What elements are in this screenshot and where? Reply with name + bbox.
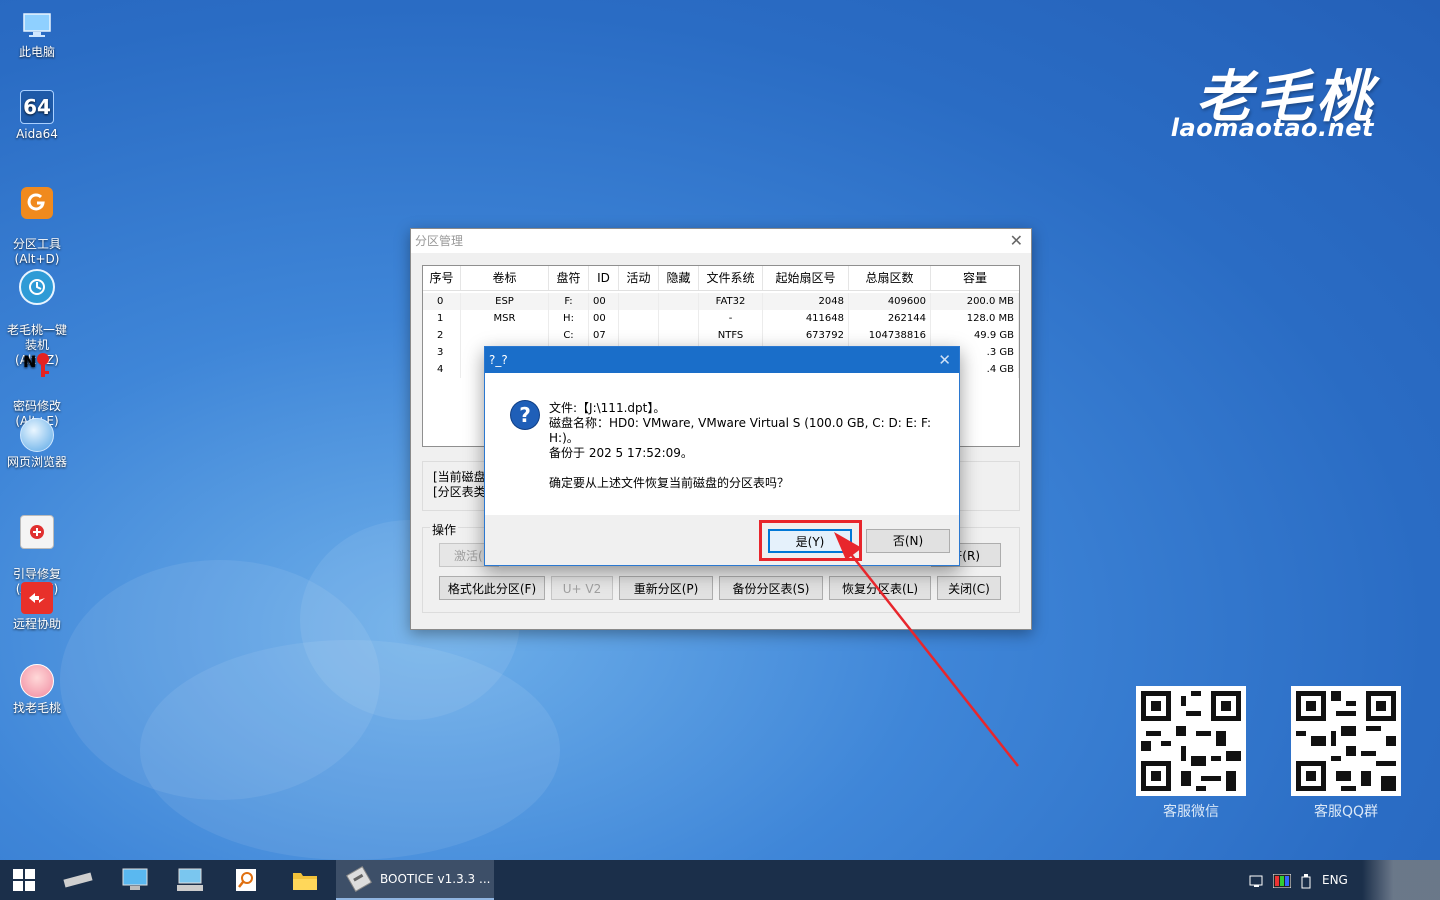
taskbar-memory-icon[interactable] bbox=[60, 860, 96, 900]
taskbar-computer-icon[interactable] bbox=[117, 860, 153, 900]
network-icon[interactable] bbox=[1249, 860, 1265, 900]
taskbar-folder-icon[interactable] bbox=[287, 860, 323, 900]
active-app-label: BOOTICE v1.3.3 ... bbox=[380, 872, 491, 886]
usb-device-icon[interactable] bbox=[1300, 860, 1312, 900]
input-language[interactable]: ENG bbox=[1322, 860, 1348, 900]
taskbar-active-app[interactable]: BOOTICE v1.3.3 ... bbox=[336, 860, 494, 900]
taskbar-search-icon[interactable] bbox=[228, 860, 264, 900]
start-button[interactable] bbox=[8, 860, 40, 900]
bootice-icon bbox=[346, 866, 372, 892]
annotation-arrow bbox=[834, 532, 1019, 767]
taskbar: BOOTICE v1.3.3 ... ENG bbox=[0, 860, 1440, 900]
display-color-icon[interactable] bbox=[1272, 860, 1292, 900]
windows-icon bbox=[13, 869, 35, 891]
clock-area[interactable] bbox=[1362, 860, 1440, 900]
taskbar-keyboard-icon[interactable] bbox=[172, 860, 208, 900]
